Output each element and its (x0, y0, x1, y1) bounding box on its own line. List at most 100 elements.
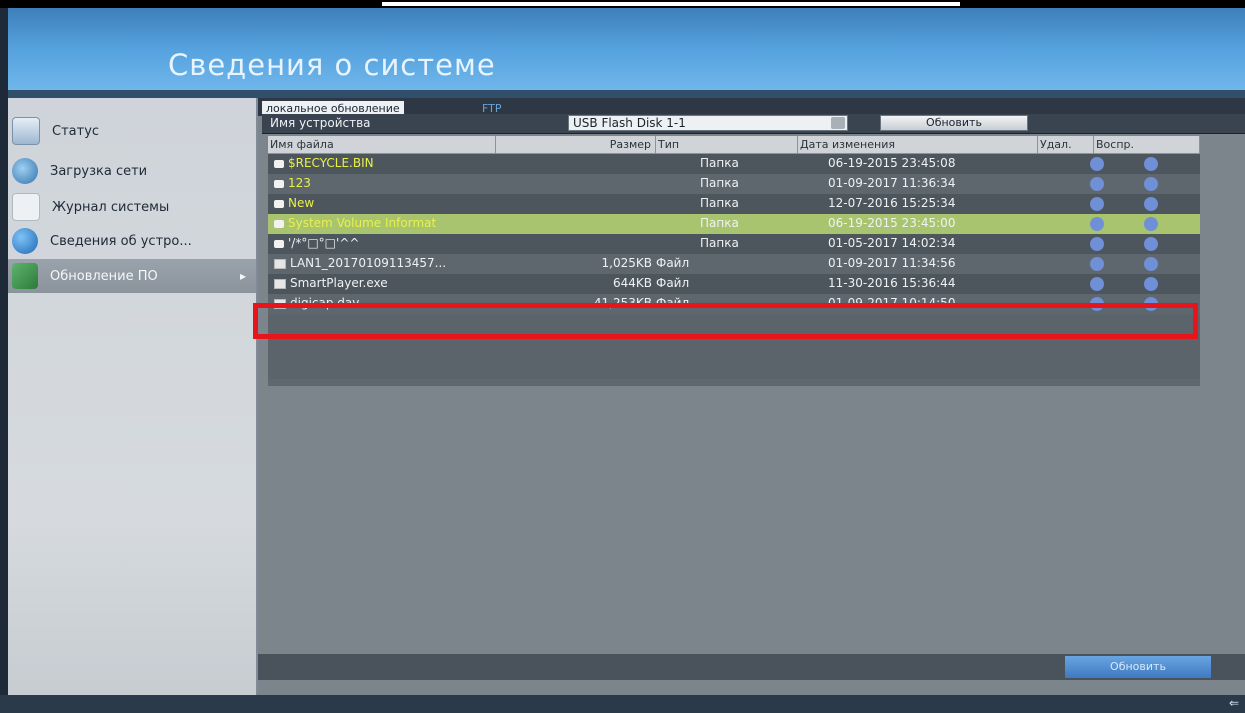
back-icon[interactable]: ⇐ (1229, 696, 1239, 710)
cell-date: 01-09-2017 11:36:34 (828, 176, 956, 190)
cell-size: 644KB (612, 276, 652, 290)
table-row[interactable]: New Папка 12-07-2016 15:25:34 (268, 194, 1200, 214)
delete-icon[interactable] (1090, 177, 1104, 191)
update-button[interactable]: Обновить (1065, 656, 1211, 678)
minus-icon[interactable] (1144, 217, 1158, 231)
device-select-value: USB Flash Disk 1-1 (573, 116, 686, 130)
chevron-down-icon[interactable] (831, 117, 845, 129)
device-label: Имя устройства (270, 116, 371, 130)
title-header: Сведения о системе (8, 8, 1245, 90)
folder-icon (274, 179, 284, 188)
cell-type: Папка (700, 156, 739, 170)
sidebar-item-status[interactable]: Статус (8, 114, 256, 148)
cell-date: 11-30-2016 15:36:44 (828, 276, 956, 290)
cell-type: Файл (656, 256, 690, 270)
refresh-button[interactable]: Обновить (880, 115, 1028, 131)
filename-text: New (288, 196, 315, 210)
table-row[interactable]: LAN1_20170109113457... 1,025KB Файл 01-09-2… (268, 254, 1200, 274)
sidebar-item-label: Статус (52, 123, 100, 139)
delete-icon[interactable] (1090, 277, 1104, 291)
sidebar-item-system-log[interactable]: Журнал системы (8, 190, 256, 224)
scroll-area[interactable] (1200, 136, 1245, 386)
filename-text: LAN1_20170109113457... (290, 256, 447, 270)
cell-type: Файл (656, 276, 690, 290)
col-size[interactable]: Размер (496, 136, 656, 153)
table-row[interactable]: SmartPlayer.exe 644KB Файл 11-30-2016 15:36… (268, 274, 1200, 294)
cell-type: Папка (700, 196, 739, 210)
header-strip (8, 90, 1245, 98)
chevron-right-icon: ▸ (239, 269, 246, 283)
minus-icon[interactable] (1144, 157, 1158, 171)
filename-text: System Volume Informat (288, 216, 437, 230)
cell-date: 06-19-2015 23:45:00 (828, 216, 956, 230)
minus-icon[interactable] (1144, 197, 1158, 211)
cell-date: 12-07-2016 15:25:34 (828, 196, 956, 210)
table-row[interactable]: '/*°□°□'^^ Папка 01-05-2017 14:02:34 (268, 234, 1200, 254)
cell-filename: SmartPlayer.exe (274, 276, 494, 290)
col-date[interactable]: Дата изменения (798, 136, 1038, 153)
delete-icon[interactable] (1090, 257, 1104, 271)
filename-text: '/*°□°□'^^ (288, 236, 360, 250)
cell-filename: System Volume Informat (274, 216, 494, 230)
filename-text: SmartPlayer.exe (290, 276, 388, 290)
cell-filename: $RECYCLE.BIN (274, 156, 494, 170)
col-play: Воспр. (1094, 136, 1200, 153)
delete-icon[interactable] (1090, 217, 1104, 231)
cell-type: Папка (700, 176, 739, 190)
folder-icon (274, 219, 284, 228)
info-icon (12, 228, 38, 254)
play-icon[interactable] (1144, 277, 1158, 291)
folder-icon (274, 159, 284, 168)
delete-icon[interactable] (1090, 157, 1104, 171)
cell-type: Папка (700, 216, 739, 230)
cell-date: 01-09-2017 11:34:56 (828, 256, 956, 270)
cell-size: 1,025KB (601, 256, 652, 270)
sidebar-item-label: Журнал системы (52, 199, 170, 215)
cell-date: 06-19-2015 23:45:08 (828, 156, 956, 170)
page-title: Сведения о системе (168, 48, 496, 82)
sidebar-item-device-info[interactable]: Сведения об устро... (8, 224, 256, 258)
status-icon (12, 117, 40, 145)
sidebar-item-label: Обновление ПО (50, 268, 158, 284)
filename-text: 123 (288, 176, 311, 190)
cell-filename: LAN1_20170109113457... (274, 256, 494, 270)
col-filename[interactable]: Имя файла (268, 136, 496, 153)
file-icon (274, 278, 286, 289)
table-row[interactable]: $RECYCLE.BIN Папка 06-19-2015 23:45:08 (268, 154, 1200, 174)
filename-text: $RECYCLE.BIN (288, 156, 374, 170)
folder-icon (274, 199, 284, 208)
minus-icon[interactable] (1144, 177, 1158, 191)
sidebar-item-network-load[interactable]: Загрузка сети (8, 154, 256, 188)
upgrade-icon (12, 263, 38, 289)
table-header: Имя файла Размер Тип Дата изменения Удал… (268, 136, 1200, 154)
main-panel: локальное обновление FTP Имя устройства … (258, 98, 1245, 698)
delete-icon[interactable] (1090, 197, 1104, 211)
bottom-dark-bar (0, 695, 1245, 713)
minus-icon[interactable] (1144, 237, 1158, 251)
col-type[interactable]: Тип (656, 136, 798, 153)
log-icon (12, 193, 40, 221)
selection-highlight (253, 303, 1198, 339)
cell-type: Папка (700, 236, 739, 250)
table-row[interactable]: System Volume Informat Папка 06-19-2015 23… (268, 214, 1200, 234)
cell-filename: '/*°□°□'^^ (274, 236, 494, 250)
device-select[interactable]: USB Flash Disk 1-1 (568, 115, 848, 131)
file-table: Имя файла Размер Тип Дата изменения Удал… (268, 136, 1200, 379)
sidebar-item-label: Сведения об устро... (50, 233, 192, 249)
play-icon[interactable] (1144, 257, 1158, 271)
table-footer (268, 379, 1200, 386)
cell-filename: New (274, 196, 494, 210)
cell-filename: 123 (274, 176, 494, 190)
sidebar: Статус Загрузка сети Журнал системы Свед… (8, 98, 258, 698)
sidebar-item-firmware-update[interactable]: Обновление ПО ▸ (8, 259, 256, 293)
cell-date: 01-05-2017 14:02:34 (828, 236, 956, 250)
table-row[interactable]: 123 Папка 01-09-2017 11:36:34 (268, 174, 1200, 194)
sidebar-item-label: Загрузка сети (50, 163, 148, 179)
network-icon (12, 158, 38, 184)
file-icon (274, 258, 286, 269)
col-delete: Удал. (1038, 136, 1094, 153)
top-white-box (380, 0, 962, 8)
device-bar: Имя устройства USB Flash Disk 1-1 Обнови… (262, 114, 1245, 134)
delete-icon[interactable] (1090, 237, 1104, 251)
folder-icon (274, 239, 284, 248)
